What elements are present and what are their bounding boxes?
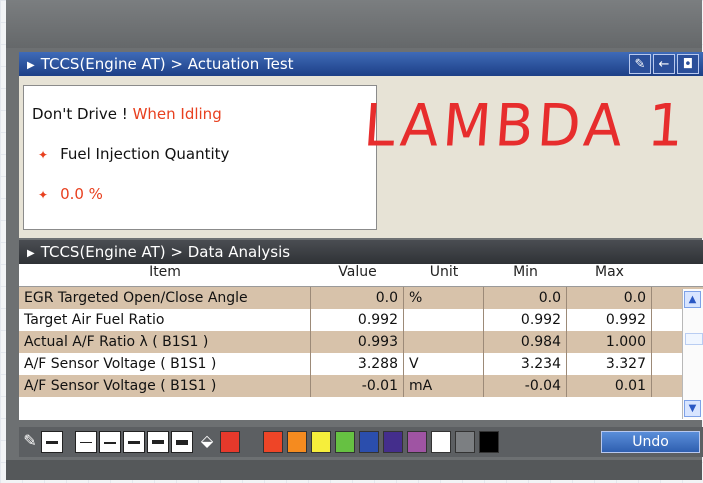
row-item: Target Air Fuel Ratio [19,309,311,331]
breadcrumb-arrow-icon: ▶ [27,60,35,71]
color-swatch[interactable] [335,431,355,453]
row-min: 3.234 [484,353,567,375]
row-item: A/F Sensor Voltage ( B1S1 ) [19,375,311,397]
row-min: 0.992 [484,309,567,331]
line-width-button[interactable] [123,431,145,453]
row-value: 0.992 [311,309,404,331]
table-header: Item Value Unit Min Max [19,264,703,287]
actuation-area: Don't Drive ! When Idling ✦ Fuel Injectio… [19,76,703,238]
table-row[interactable]: A/F Sensor Voltage ( B1S1 ) 3.288 V 3.234 3.… [19,353,703,375]
line-width-button[interactable] [41,431,63,453]
row-value: -0.01 [311,375,404,397]
line-width-button[interactable] [147,431,169,453]
actuation-value-text: 0.0 % [60,185,103,203]
header-item[interactable]: Item [19,264,311,286]
row-value: 3.288 [311,353,404,375]
warning-line: Don't Drive ! When Idling [32,105,368,145]
row-max: 0.01 [567,375,652,397]
color-swatch[interactable] [311,431,331,453]
row-item: EGR Targeted Open/Close Angle [19,287,311,309]
header-min[interactable]: Min [484,264,567,286]
line-width-button[interactable] [75,431,97,453]
color-swatch[interactable] [383,431,403,453]
table-row[interactable]: EGR Targeted Open/Close Angle 0.0% 0.0 0.0 [19,287,703,309]
scroll-thumb[interactable] [685,333,703,345]
actuation-item-text: Fuel Injection Quantity [60,145,230,163]
color-swatch-current[interactable] [220,431,240,453]
line-width-button[interactable] [171,431,193,453]
header-value[interactable]: Value [311,264,404,286]
value-line: ✦ 0.0 % [32,185,368,225]
row-max: 0.0 [567,287,652,309]
line-width-button[interactable] [99,431,121,453]
table-row[interactable]: Actual A/F Ratio λ ( B1S1 ) 0.993 0.984 1.0… [19,331,703,353]
actuation-panel-title: ▶ TCCS(Engine AT) > Actuation Test ✎ ← ◘ [19,52,703,76]
diagnostic-window: ▶ TCCS(Engine AT) > Actuation Test ✎ ← ◘ … [6,0,703,480]
bullet-icon: ✦ [38,148,49,162]
row-unit: % [404,287,484,309]
status-bar [6,460,702,480]
pen-icon[interactable]: ✎ [629,54,651,74]
breadcrumb-arrow-icon: ▶ [27,248,35,259]
lambda-annotation: LAMBDA 1 [361,92,690,161]
row-unit: V [404,353,484,375]
table-body: EGR Targeted Open/Close Angle 0.0% 0.0 0.0 … [19,287,703,397]
color-swatch[interactable] [359,431,379,453]
row-item: A/F Sensor Voltage ( B1S1 ) [19,353,311,375]
row-max: 3.327 [567,353,652,375]
scroll-up-icon[interactable]: ▲ [684,291,701,308]
row-min: 0.984 [484,331,567,353]
bullet-icon: ✦ [38,188,49,202]
color-swatch[interactable] [287,431,307,453]
warning-text: Don't Drive ! [32,105,128,123]
fill-bucket-icon[interactable]: ⬙ [198,431,216,453]
header-unit[interactable]: Unit [404,264,484,286]
row-max: 0.992 [567,309,652,331]
row-min: 0.0 [484,287,567,309]
analysis-panel-title: ▶ TCCS(Engine AT) > Data Analysis [19,240,703,264]
scroll-down-icon[interactable]: ▼ [684,400,701,417]
data-analysis-table: Item Value Unit Min Max EGR Targeted Ope… [19,264,703,420]
row-unit [404,331,484,353]
color-swatch[interactable] [407,431,427,453]
actuation-toolbar: ✎ ← ◘ [629,54,699,74]
color-swatch[interactable] [263,431,283,453]
row-value: 0.993 [311,331,404,353]
window-toolbar [6,0,702,48]
row-min: -0.04 [484,375,567,397]
camera-icon[interactable]: ◘ [677,54,699,74]
undo-button[interactable]: Undo [601,431,700,453]
analysis-title-text: TCCS(Engine AT) > Data Analysis [40,243,291,261]
condition-text: When Idling [132,105,222,123]
table-scrollbar[interactable]: ▲ ▼ [682,289,703,419]
header-max[interactable]: Max [567,264,652,286]
back-icon[interactable]: ← [653,54,675,74]
row-item: Actual A/F Ratio λ ( B1S1 ) [19,331,311,353]
pen-icon[interactable]: ✎ [21,431,39,453]
actuation-title-text: TCCS(Engine AT) > Actuation Test [40,55,294,73]
row-value: 0.0 [311,287,404,309]
color-swatch[interactable] [431,431,451,453]
row-unit: mA [404,375,484,397]
actuation-info-box: Don't Drive ! When Idling ✦ Fuel Injectio… [23,85,377,230]
item-line: ✦ Fuel Injection Quantity [32,145,368,185]
color-swatch[interactable] [455,431,475,453]
table-row[interactable]: A/F Sensor Voltage ( B1S1 ) -0.01 mA -0.04 0… [19,375,703,397]
color-swatch[interactable] [479,431,499,453]
table-row[interactable]: Target Air Fuel Ratio 0.992 0.992 0.992 [19,309,703,331]
row-unit [404,309,484,331]
row-max: 1.000 [567,331,652,353]
drawing-palette: ✎ ⬙ Undo [19,427,703,457]
